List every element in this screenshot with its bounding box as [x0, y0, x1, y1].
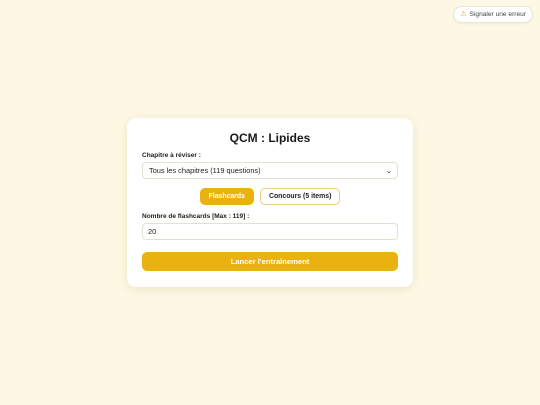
launch-training-button[interactable]: Lancer l'entraînement: [142, 252, 398, 271]
flashcard-count-value: 20: [148, 227, 157, 236]
page-title: QCM : Lipides: [229, 131, 311, 145]
quiz-card: QCM : Lipides Chapitre à réviser : Tous …: [127, 118, 413, 287]
report-error-button[interactable]: ⚠ Signaler une erreur: [453, 6, 533, 23]
chapter-label: Chapitre à réviser :: [142, 152, 201, 159]
mode-concours-button[interactable]: Concours (5 items): [259, 188, 341, 205]
mode-flashcards-button[interactable]: Flashcards: [199, 188, 254, 205]
chapter-select[interactable]: Tous les chapitres (119 questions) ⌄: [142, 162, 398, 179]
mode-selector: Flashcards Concours (5 items): [127, 188, 413, 205]
chevron-down-icon: ⌄: [385, 167, 393, 175]
flashcard-count-label: Nombre de flashcards [Max : 119] :: [142, 213, 250, 220]
warning-icon: ⚠: [460, 11, 467, 18]
flashcard-count-input[interactable]: 20: [142, 223, 398, 240]
report-error-label: Signaler une erreur: [469, 11, 526, 18]
chapter-select-value: Tous les chapitres (119 questions): [149, 166, 261, 175]
